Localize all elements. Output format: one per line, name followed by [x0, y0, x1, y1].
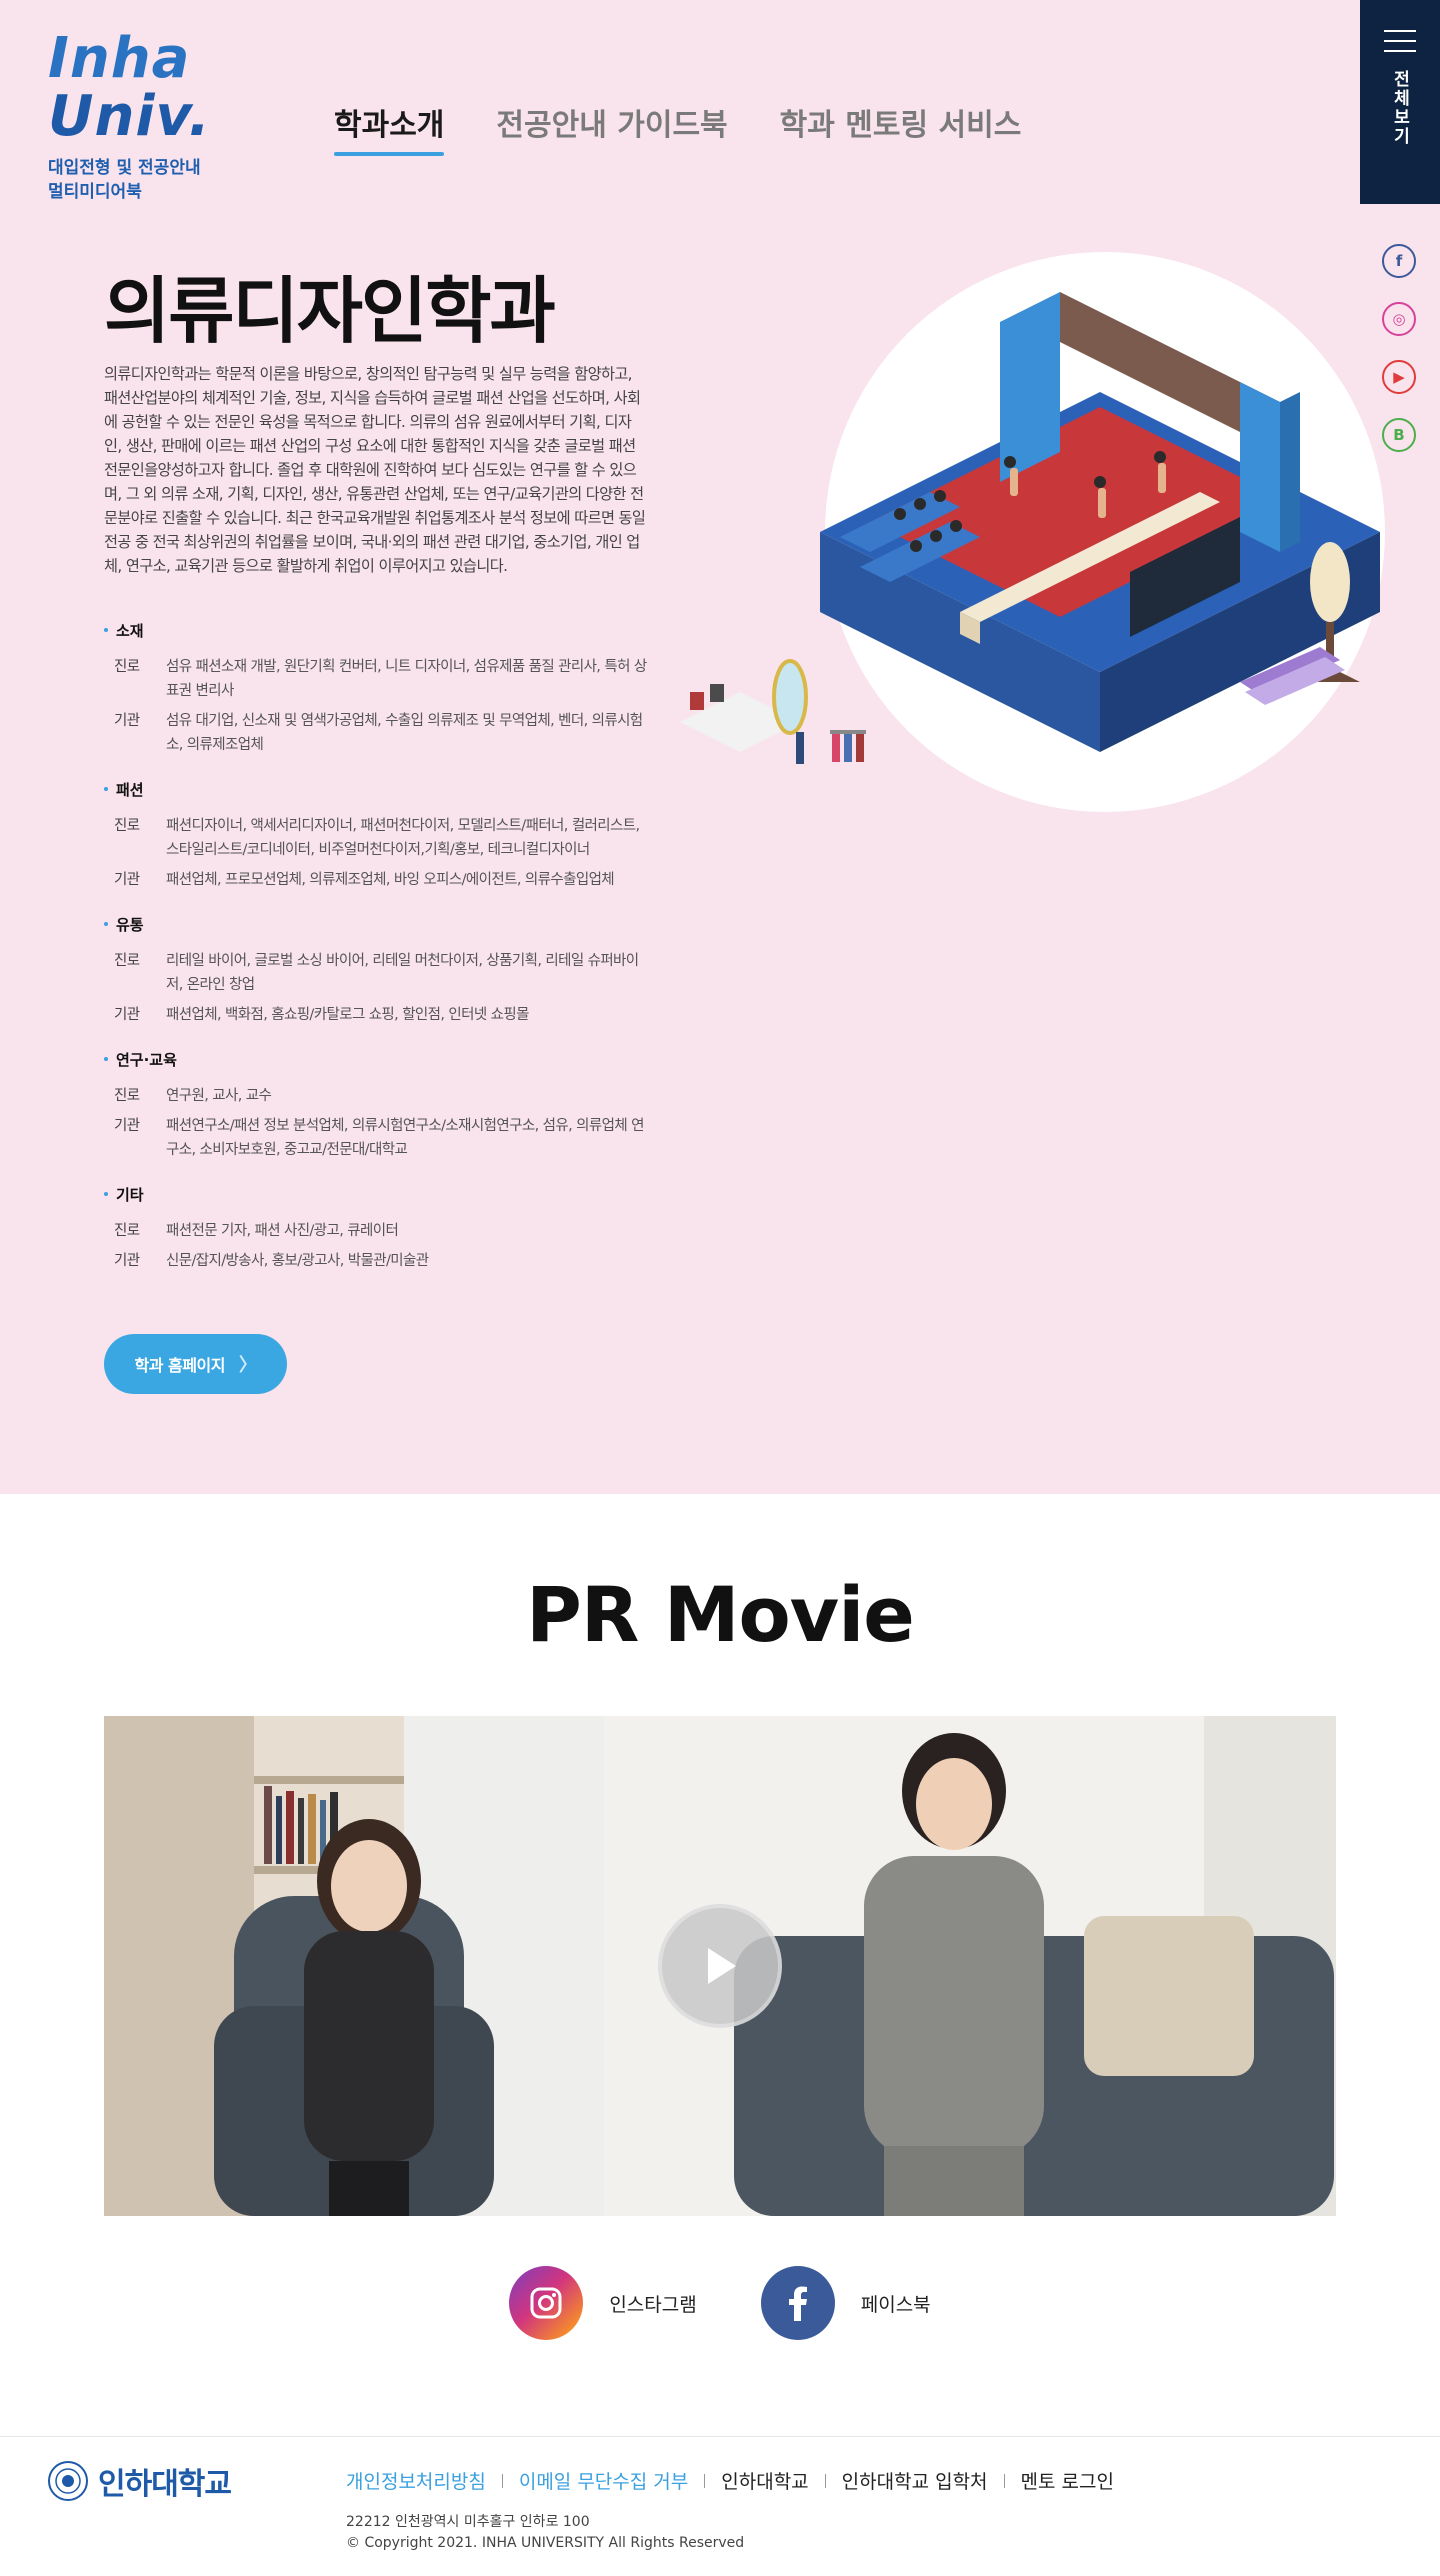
main-nav: 학과소개 전공안내 가이드북 학과 멘토링 서비스: [334, 100, 1021, 156]
logo-line-2: Univ.: [48, 84, 211, 149]
logo-subtitle-line-1: 대입전형 및 전공안내: [48, 158, 201, 178]
career-category: 패션 진로 패션디자이너, 액세서리디자이너, 패션머천다이저, 모델리스트/패터…: [104, 779, 650, 892]
career-row-value: 신문/잡지/방송사, 홍보/광고사, 박물관/미술관: [166, 1253, 429, 1269]
dept-homepage-label: 학과 홈페이지: [134, 1356, 226, 1375]
facebook-icon: [760, 2266, 835, 2340]
career-row: 기관 패션업체, 백화점, 홈쇼핑/카탈로그 쇼핑, 할인점, 인터넷 쇼핑몰: [104, 1003, 650, 1027]
career-row-key: 진로: [114, 1088, 140, 1104]
footer-logo[interactable]: 인하대학교: [48, 2459, 232, 2503]
privacy-policy-link[interactable]: 개인정보처리방침: [346, 2467, 486, 2494]
logo-subtitle: 대입전형 및 전공안내 멀티미디어북: [48, 156, 218, 204]
all-menu-label: 전체보기: [1389, 70, 1410, 146]
hamburger-icon: [1384, 30, 1416, 52]
pr-video-player[interactable]: [104, 1716, 1336, 2216]
career-row-key: 진로: [114, 1223, 140, 1239]
instagram-label: 인스타그램: [609, 2293, 697, 2316]
career-row-value: 패션업체, 프로모션업체, 의류제조업체, 바잉 오피스/에이전트, 의류수출입…: [166, 872, 615, 888]
career-row-key: 진로: [114, 659, 140, 675]
pr-movie-title: PR Movie: [526, 1570, 915, 1659]
mentor-login-link[interactable]: 멘토 로그인: [1021, 2467, 1114, 2494]
career-row-value: 리테일 바이어, 글로벌 소싱 바이어, 리테일 머천다이저, 상품기획, 리테…: [166, 953, 639, 993]
footer-links: 개인정보처리방침 이메일 무단수집 거부 인하대학교 인하대학교 입학처 멘토 …: [346, 2467, 1114, 2494]
career-category: 유통 진로 리테일 바이어, 글로벌 소싱 바이어, 리테일 머천다이저, 상품기…: [104, 914, 650, 1027]
career-row: 진로 패션전문 기자, 패션 사진/광고, 큐레이터: [104, 1219, 650, 1243]
career-row: 진로 섬유 패션소재 개발, 원단기획 컨버터, 니트 디자이너, 섬유제품 품질…: [104, 655, 650, 703]
all-menu-button[interactable]: 전체보기: [1360, 0, 1440, 204]
play-icon: [708, 1948, 736, 1984]
career-row-value: 패션전문 기자, 패션 사진/광고, 큐레이터: [166, 1223, 399, 1239]
play-button[interactable]: [658, 1904, 782, 2028]
logo-subtitle-line-2: 멀티미디어북: [48, 182, 142, 202]
career-row-key: 기관: [114, 872, 140, 888]
career-list: 소재 진로 섬유 패션소재 개발, 원단기획 컨버터, 니트 디자이너, 섬유제품…: [104, 620, 650, 1295]
nav-dept-intro[interactable]: 학과소개: [334, 100, 445, 156]
footer-copyright: © Copyright 2021. INHA UNIVERSITY All Ri…: [346, 2535, 745, 2551]
page-title: 의류디자인학과: [104, 269, 556, 353]
instagram-link[interactable]: 인스타그램: [509, 2266, 697, 2340]
university-seal-icon: [48, 2461, 88, 2501]
career-row-key: 진로: [114, 818, 140, 834]
career-row-key: 기관: [114, 713, 140, 729]
site-logo[interactable]: Inha Univ. 대입전형 및 전공안내 멀티미디어북: [48, 30, 218, 204]
career-row-key: 진로: [114, 953, 140, 969]
chevron-right-icon: 〉: [238, 1355, 257, 1376]
career-row-value: 패션업체, 백화점, 홈쇼핑/카탈로그 쇼핑, 할인점, 인터넷 쇼핑몰: [166, 1007, 529, 1023]
career-row-value: 섬유 패션소재 개발, 원단기획 컨버터, 니트 디자이너, 섬유제품 품질 관…: [166, 659, 647, 699]
footer-separator: [501, 2473, 503, 2488]
dept-homepage-button[interactable]: 학과 홈페이지 〉: [104, 1334, 287, 1394]
admissions-link[interactable]: 인하대학교 입학처: [842, 2467, 988, 2494]
footer-separator: [1003, 2473, 1005, 2488]
dept-intro-text: 의류디자인학과는 학문적 이론을 바탕으로, 창의적인 탐구능력 및 실무 능력…: [104, 365, 646, 575]
nav-major-guidebook[interactable]: 전공안내 가이드북: [496, 100, 727, 156]
career-row-value: 패션디자이너, 액세서리디자이너, 패션머천다이저, 모델리스트/패터너, 컬러…: [166, 818, 640, 858]
social-links: 인스타그램 페이스북: [0, 2266, 1440, 2340]
career-category-name: 패션: [104, 779, 650, 800]
career-category: 기타 진로 패션전문 기자, 패션 사진/광고, 큐레이터 기관 신문/잡지/방송사…: [104, 1184, 650, 1273]
email-refusal-link[interactable]: 이메일 무단수집 거부: [519, 2467, 688, 2494]
footer-separator: [824, 2473, 826, 2488]
career-row: 기관 신문/잡지/방송사, 홍보/광고사, 박물관/미술관: [104, 1249, 650, 1273]
nav-mentoring-service[interactable]: 학과 멘토링 서비스: [780, 100, 1022, 156]
career-row-key: 기관: [114, 1253, 140, 1269]
logo-line-1: Inha: [48, 26, 191, 91]
career-category-name: 소재: [104, 620, 650, 641]
career-row: 기관 섬유 대기업, 신소재 및 염색가공업체, 수출입 의류제조 및 무역업체,…: [104, 709, 650, 757]
career-row: 기관 패션업체, 프로모션업체, 의류제조업체, 바잉 오피스/에이전트, 의류수…: [104, 868, 650, 892]
footer-logo-text: 인하대학교: [98, 2467, 232, 2502]
career-category-name: 유통: [104, 914, 650, 935]
facebook-link[interactable]: 페이스북: [760, 2266, 931, 2340]
footer-separator: [704, 2473, 706, 2488]
instagram-icon: [509, 2266, 584, 2340]
career-row-key: 기관: [114, 1118, 140, 1134]
career-category: 소재 진로 섬유 패션소재 개발, 원단기획 컨버터, 니트 디자이너, 섬유제품…: [104, 620, 650, 757]
career-category-name: 기타: [104, 1184, 650, 1205]
career-row-value: 패션연구소/패션 정보 분석업체, 의류시험연구소/소재시험연구소, 섬유, 의…: [166, 1118, 644, 1158]
career-row: 진로 리테일 바이어, 글로벌 소싱 바이어, 리테일 머천다이저, 상품기획, …: [104, 949, 650, 997]
career-category: 연구·교육 진로 연구원, 교사, 교수 기관 패션연구소/패션 정보 분석업체, …: [104, 1049, 650, 1162]
fashion-show-illustration: [680, 252, 1385, 812]
site-footer: 인하대학교 개인정보처리방침 이메일 무단수집 거부 인하대학교 인하대학교 입…: [0, 2436, 1440, 2576]
inha-university-link[interactable]: 인하대학교: [721, 2467, 808, 2494]
career-row-key: 기관: [114, 1007, 140, 1023]
career-row: 기관 패션연구소/패션 정보 분석업체, 의류시험연구소/소재시험연구소, 섬유,…: [104, 1114, 650, 1162]
footer-address: 22212 인천광역시 미추홀구 인하로 100: [346, 2514, 590, 2530]
career-row-value: 연구원, 교사, 교수: [166, 1088, 272, 1104]
career-row-value: 섬유 대기업, 신소재 및 염색가공업체, 수출입 의류제조 및 무역업체, 벤…: [166, 713, 643, 753]
career-category-name: 연구·교육: [104, 1049, 650, 1070]
career-row: 진로 패션디자이너, 액세서리디자이너, 패션머천다이저, 모델리스트/패터너, …: [104, 814, 650, 862]
hero-section: Inha Univ. 대입전형 및 전공안내 멀티미디어북 학과소개 전공안내 …: [0, 0, 1440, 1494]
career-row: 진로 연구원, 교사, 교수: [104, 1084, 650, 1108]
facebook-label: 페이스북: [860, 2293, 931, 2316]
